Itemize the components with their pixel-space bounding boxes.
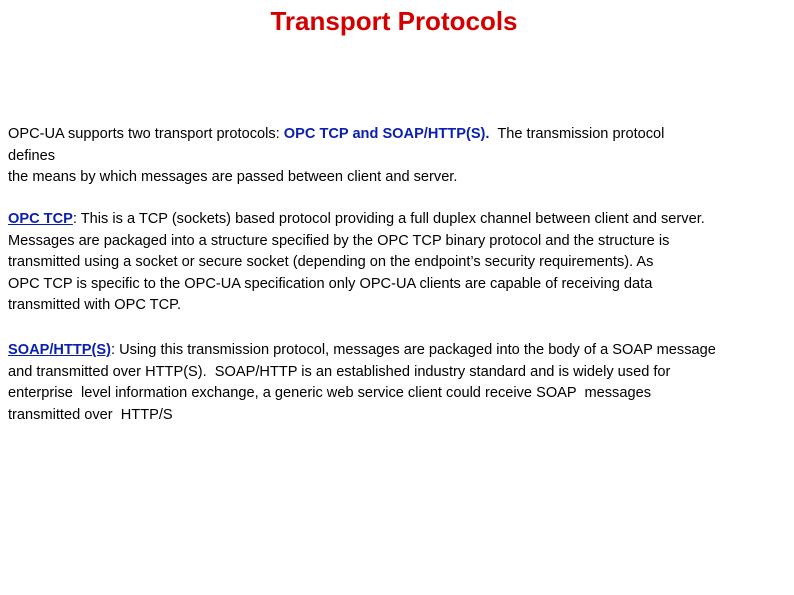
soap-http-text: : Using this transmission protocol, mess… [110, 342, 716, 358]
page-title: Transport Protocols [270, 6, 518, 36]
intro-line-3: the means by which messages are passed b… [8, 169, 458, 186]
soap-http-line-3: enterprise level information exchange, a… [8, 385, 651, 402]
protocols-highlight: OPC TCP and SOAP/HTTP(S). [283, 126, 490, 142]
intro-line-1: OPC-UA supports two transport protocols:… [8, 124, 792, 146]
soap-http-link[interactable]: SOAP/HTTP(S) [8, 342, 111, 358]
soap-http-line-4: transmitted over HTTP/S [8, 406, 173, 423]
intro-text: OPC-UA supports two transport protocols: [8, 126, 284, 142]
opc-tcp-text: : This is a TCP (sockets) based protocol… [72, 211, 705, 227]
soap-http-paragraph: SOAP/HTTP(S): Using this transmission pr… [8, 340, 792, 426]
opc-tcp-link[interactable]: OPC TCP [8, 211, 73, 227]
opc-tcp-line-4: OPC TCP is specific to the OPC-UA specif… [8, 275, 653, 292]
opc-tcp-line-2: Messages are packaged into a structure s… [8, 232, 670, 249]
intro-line-2: defines [8, 147, 56, 164]
intro-paragraph: OPC-UA supports two transport protocols:… [8, 124, 792, 189]
opc-tcp-line-5: transmitted with OPC TCP. [8, 297, 182, 314]
soap-http-line-1: SOAP/HTTP(S): Using this transmission pr… [8, 340, 792, 362]
soap-http-line-2: and transmitted over HTTP(S). SOAP/HTTP … [8, 363, 671, 380]
opc-tcp-paragraph: OPC TCP: This is a TCP (sockets) based p… [8, 209, 792, 317]
opc-tcp-line-1: OPC TCP: This is a TCP (sockets) based p… [8, 209, 792, 231]
intro-text: The transmission protocol [489, 126, 665, 142]
opc-tcp-line-3: transmitted using a socket or secure soc… [8, 254, 654, 271]
